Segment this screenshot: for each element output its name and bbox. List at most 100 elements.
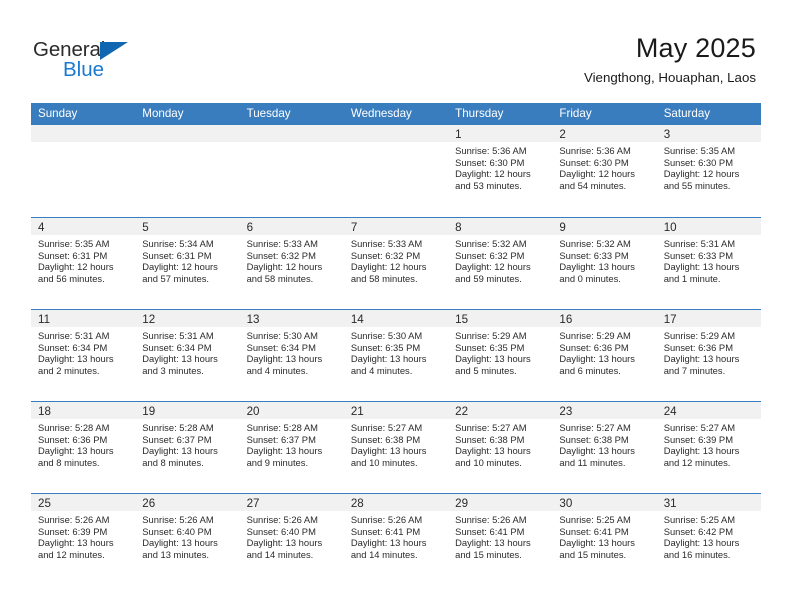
calendar-day-cell[interactable]: 21 Sunrise: 5:27 AM Sunset: 6:38 PM Dayligh… xyxy=(343,402,449,493)
calendar-day-cell[interactable]: 23 Sunrise: 5:27 AM Sunset: 6:38 PM Dayligh… xyxy=(552,402,657,493)
calendar-day-cell[interactable]: 14 Sunrise: 5:30 AM Sunset: 6:35 PM Dayligh… xyxy=(343,310,449,401)
sunrise-text: Sunrise: 5:29 AM xyxy=(559,330,631,341)
day-number: 23 xyxy=(559,405,573,418)
sunset-text: Sunset: 6:38 PM xyxy=(559,433,629,445)
sunrise-text: Sunrise: 5:29 AM xyxy=(663,330,736,341)
calendar-day-cell[interactable]: 30 Sunrise: 5:25 AM Sunset: 6:41 PM Dayligh… xyxy=(552,494,657,585)
day-number-bar: 26 xyxy=(135,494,240,511)
sunrise-text: Sunrise: 5:27 AM xyxy=(455,422,527,433)
calendar-day-cell[interactable]: 10 Sunrise: 5:31 AM Sunset: 6:33 PM Dayligh… xyxy=(656,218,761,309)
calendar-day-cell[interactable]: 4 Sunrise: 5:35 AM Sunset: 6:31 PM Daylight… xyxy=(31,218,136,309)
calendar-day-cell[interactable]: 12 Sunrise: 5:31 AM Sunset: 6:34 PM Dayligh… xyxy=(135,310,240,401)
day-number-bar: 2 xyxy=(552,125,657,142)
day-number-bar: 14 xyxy=(343,310,449,327)
sunrise-text: Sunrise: 5:27 AM xyxy=(663,422,736,433)
day-number: 8 xyxy=(455,221,462,234)
daylight-text-line2: and 12 minutes. xyxy=(38,548,105,560)
daylight-text-line2: and 54 minutes. xyxy=(559,179,627,191)
day-number: 15 xyxy=(455,313,469,326)
calendar-day-cell[interactable]: 5 Sunrise: 5:34 AM Sunset: 6:31 PM Daylight… xyxy=(135,218,240,309)
daylight-text-line1: Daylight: 13 hours xyxy=(559,353,635,365)
day-number-bar: 21 xyxy=(343,402,449,419)
daylight-text-line1: Daylight: 12 hours xyxy=(559,168,635,180)
daylight-text-line1: Daylight: 13 hours xyxy=(663,445,740,457)
sunrise-text: Sunrise: 5:31 AM xyxy=(38,330,110,341)
title-block: May 2025 Viengthong, Houaphan, Laos xyxy=(584,32,756,86)
day-number-bar: 28 xyxy=(343,494,449,511)
sunrise-text: Sunrise: 5:30 AM xyxy=(246,330,318,341)
calendar-day-cell[interactable]: 2 Sunrise: 5:36 AM Sunset: 6:30 PM Daylight… xyxy=(552,125,657,217)
calendar-day-cell[interactable]: 6 Sunrise: 5:33 AM Sunset: 6:32 PM Daylight… xyxy=(239,218,344,309)
sunrise-text: Sunrise: 5:36 AM xyxy=(455,145,527,156)
day-number-bar: 16 xyxy=(552,310,657,327)
daylight-text-line1: Daylight: 12 hours xyxy=(455,168,531,180)
daylight-text-line2: and 7 minutes. xyxy=(663,364,726,376)
daylight-text-line2: and 58 minutes. xyxy=(246,272,314,284)
day-number-bar: 27 xyxy=(239,494,344,511)
daylight-text-line1: Daylight: 12 hours xyxy=(246,261,323,273)
calendar-day-cell[interactable]: 28 Sunrise: 5:26 AM Sunset: 6:41 PM Dayligh… xyxy=(343,494,449,585)
calendar-day-cell[interactable]: 20 Sunrise: 5:28 AM Sunset: 6:37 PM Dayligh… xyxy=(239,402,344,493)
sunset-text: Sunset: 6:30 PM xyxy=(455,156,525,168)
calendar-week-row: 1 Sunrise: 5:36 AM Sunset: 6:30 PM Daylight… xyxy=(31,125,761,217)
sunrise-text: Sunrise: 5:25 AM xyxy=(663,514,736,525)
day-number: 25 xyxy=(38,497,51,510)
calendar-day-cell[interactable]: 27 Sunrise: 5:26 AM Sunset: 6:40 PM Dayligh… xyxy=(239,494,344,585)
calendar-day-cell[interactable]: 17 Sunrise: 5:29 AM Sunset: 6:36 PM Dayligh… xyxy=(656,310,761,401)
calendar-page: General Blue May 2025 Viengthong, Houaph… xyxy=(0,0,792,612)
sunset-text: Sunset: 6:30 PM xyxy=(663,156,733,168)
day-number-bar: 10 xyxy=(656,218,761,235)
day-number: 28 xyxy=(350,497,364,510)
calendar-day-cell[interactable]: 29 Sunrise: 5:26 AM Sunset: 6:41 PM Dayligh… xyxy=(448,494,553,585)
sunrise-text: Sunrise: 5:28 AM xyxy=(246,422,318,433)
day-number-bar: 29 xyxy=(448,494,553,511)
day-details: Sunrise: 5:28 AM Sunset: 6:36 PM Daylight:… xyxy=(31,419,135,468)
day-details: Sunrise: 5:29 AM Sunset: 6:36 PM Daylight:… xyxy=(552,327,656,376)
day-number-bar: 20 xyxy=(239,402,344,419)
sunrise-text: Sunrise: 5:31 AM xyxy=(663,238,736,249)
sunset-text: Sunset: 6:38 PM xyxy=(455,433,525,445)
sunset-text: Sunset: 6:40 PM xyxy=(142,525,212,537)
day-details: Sunrise: 5:36 AM Sunset: 6:30 PM Daylight:… xyxy=(552,142,656,191)
calendar-week-row: 11 Sunrise: 5:31 AM Sunset: 6:34 PM Dayligh… xyxy=(31,309,761,401)
daylight-text-line1: Daylight: 12 hours xyxy=(350,261,427,273)
day-details: Sunrise: 5:27 AM Sunset: 6:39 PM Daylight:… xyxy=(657,419,761,468)
calendar-day-cell[interactable]: 19 Sunrise: 5:28 AM Sunset: 6:37 PM Dayligh… xyxy=(135,402,240,493)
calendar-day-cell[interactable]: 9 Sunrise: 5:32 AM Sunset: 6:33 PM Daylight… xyxy=(552,218,657,309)
weekday-header-friday: Friday xyxy=(559,107,592,120)
day-details: Sunrise: 5:33 AM Sunset: 6:32 PM Daylight:… xyxy=(344,235,448,284)
sunset-text: Sunset: 6:31 PM xyxy=(142,249,212,261)
calendar-day-cell[interactable]: 22 Sunrise: 5:27 AM Sunset: 6:38 PM Dayligh… xyxy=(448,402,553,493)
day-number-bar xyxy=(239,125,344,142)
calendar-day-cell[interactable]: 24 Sunrise: 5:27 AM Sunset: 6:39 PM Dayligh… xyxy=(656,402,761,493)
general-blue-logo[interactable]: General Blue xyxy=(33,38,153,84)
calendar-day-cell[interactable]: 31 Sunrise: 5:25 AM Sunset: 6:42 PM Dayligh… xyxy=(656,494,761,585)
calendar-day-cell[interactable]: 3 Sunrise: 5:35 AM Sunset: 6:30 PM Daylight… xyxy=(656,125,761,217)
calendar-weeks: 1 Sunrise: 5:36 AM Sunset: 6:30 PM Daylight… xyxy=(31,125,761,585)
sunrise-text: Sunrise: 5:31 AM xyxy=(142,330,214,341)
calendar-day-cell[interactable]: 7 Sunrise: 5:33 AM Sunset: 6:32 PM Daylight… xyxy=(343,218,449,309)
calendar-day-cell-empty xyxy=(239,125,344,217)
calendar-day-cell[interactable]: 1 Sunrise: 5:36 AM Sunset: 6:30 PM Daylight… xyxy=(448,125,553,217)
sunset-text: Sunset: 6:33 PM xyxy=(559,249,629,261)
calendar-day-cell[interactable]: 15 Sunrise: 5:29 AM Sunset: 6:35 PM Dayligh… xyxy=(448,310,553,401)
daylight-text-line2: and 13 minutes. xyxy=(142,548,209,560)
day-number-bar xyxy=(135,125,240,142)
day-number-bar xyxy=(343,125,449,142)
calendar-day-cell[interactable]: 26 Sunrise: 5:26 AM Sunset: 6:40 PM Dayligh… xyxy=(135,494,240,585)
calendar-day-cell[interactable]: 13 Sunrise: 5:30 AM Sunset: 6:34 PM Dayligh… xyxy=(239,310,344,401)
daylight-text-line2: and 9 minutes. xyxy=(246,456,309,468)
daylight-text-line2: and 56 minutes. xyxy=(38,272,105,284)
calendar-day-cell[interactable]: 11 Sunrise: 5:31 AM Sunset: 6:34 PM Dayligh… xyxy=(31,310,136,401)
sunset-text: Sunset: 6:42 PM xyxy=(663,525,733,537)
day-number-bar: 15 xyxy=(448,310,553,327)
calendar-day-cell[interactable]: 16 Sunrise: 5:29 AM Sunset: 6:36 PM Dayligh… xyxy=(552,310,657,401)
daylight-text-line2: and 8 minutes. xyxy=(142,456,204,468)
day-number-bar xyxy=(31,125,136,142)
calendar-day-cell[interactable]: 8 Sunrise: 5:32 AM Sunset: 6:32 PM Daylight… xyxy=(448,218,553,309)
daylight-text-line2: and 4 minutes. xyxy=(246,364,309,376)
calendar-day-cell[interactable]: 25 Sunrise: 5:26 AM Sunset: 6:39 PM Dayligh… xyxy=(31,494,136,585)
calendar-day-cell[interactable]: 18 Sunrise: 5:28 AM Sunset: 6:36 PM Dayligh… xyxy=(31,402,136,493)
daylight-text-line2: and 4 minutes. xyxy=(350,364,413,376)
day-number: 1 xyxy=(455,128,462,141)
